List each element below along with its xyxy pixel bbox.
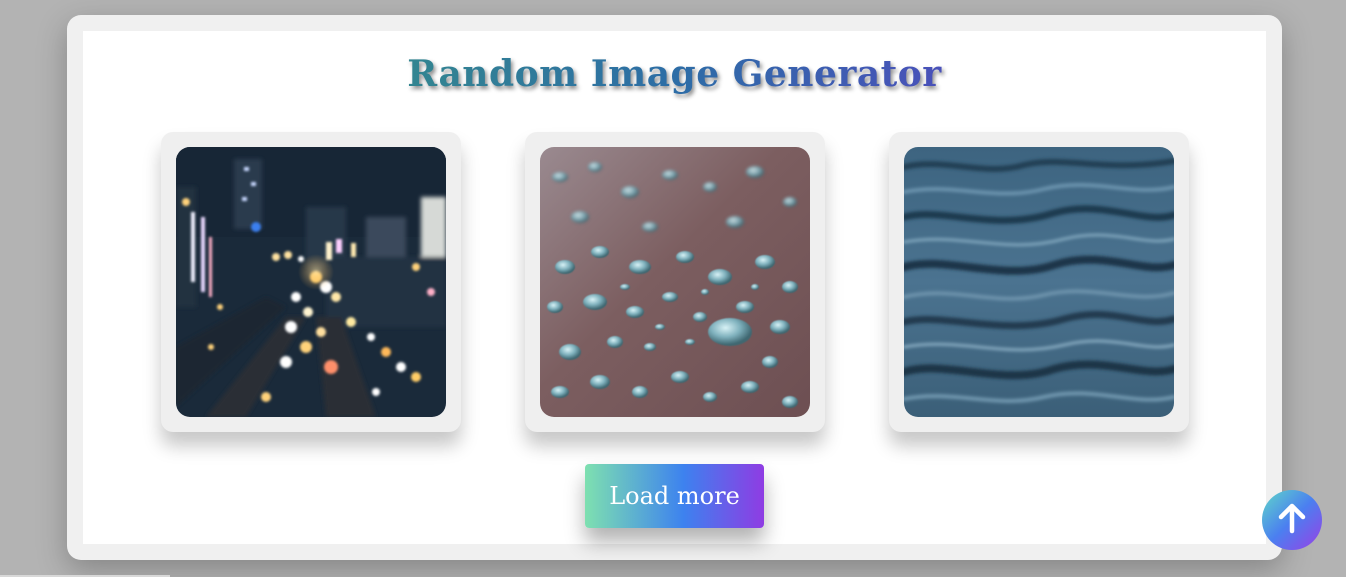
- page-title: Random Image Generator: [83, 53, 1266, 95]
- image-gallery: [83, 132, 1266, 432]
- arrow-up-icon: [1275, 501, 1309, 539]
- city-night-photo[interactable]: [176, 147, 446, 417]
- image-card[interactable]: [525, 132, 825, 432]
- water-droplets-photo[interactable]: [540, 147, 810, 417]
- scroll-to-top-button[interactable]: [1262, 490, 1322, 550]
- content-panel: Random Image Generator Load more: [83, 31, 1266, 544]
- app-container: Random Image Generator Load more: [67, 15, 1282, 560]
- image-card[interactable]: [889, 132, 1189, 432]
- image-card[interactable]: [161, 132, 461, 432]
- load-more-button[interactable]: Load more: [585, 464, 764, 528]
- water-waves-photo[interactable]: [904, 147, 1174, 417]
